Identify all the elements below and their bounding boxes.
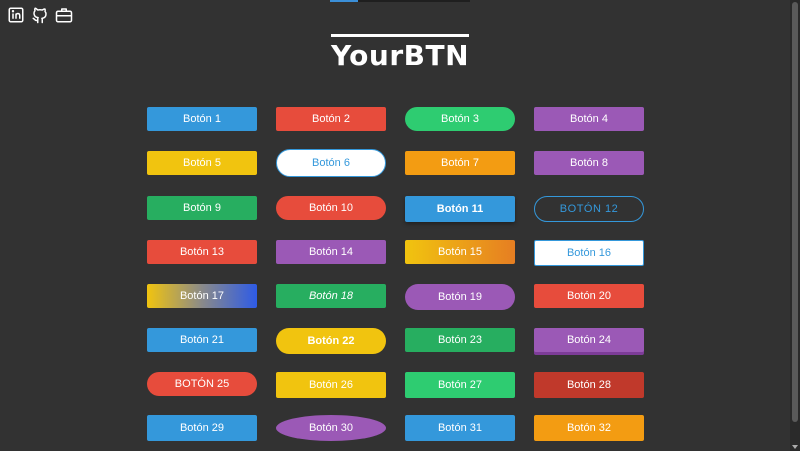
social-links — [7, 6, 73, 24]
button-7[interactable]: Botón 7 — [405, 151, 515, 175]
button-30[interactable]: Botón 30 — [276, 415, 386, 441]
button-3[interactable]: Botón 3 — [405, 107, 515, 131]
button-11[interactable]: Botón 11 — [405, 196, 515, 222]
button-18[interactable]: Botón 18 — [276, 284, 386, 308]
button-9[interactable]: Botón 9 — [147, 196, 257, 220]
button-29[interactable]: Botón 29 — [147, 415, 257, 441]
briefcase-icon[interactable] — [55, 6, 73, 24]
logo: YourBTN — [0, 34, 800, 72]
button-32[interactable]: Botón 32 — [534, 415, 644, 441]
button-6[interactable]: Botón 6 — [276, 149, 386, 177]
button-10[interactable]: Botón 10 — [276, 196, 386, 220]
scrollbar-thumb[interactable] — [792, 2, 798, 422]
page-title: YourBTN — [330, 34, 470, 72]
button-8[interactable]: Botón 8 — [534, 151, 644, 175]
button-25[interactable]: BOTÓN 25 — [147, 372, 257, 396]
button-1[interactable]: Botón 1 — [147, 107, 257, 131]
button-16[interactable]: Botón 16 — [534, 240, 644, 266]
button-26[interactable]: Botón 26 — [276, 372, 386, 398]
button-12[interactable]: BOTÓN 12 — [534, 196, 644, 222]
button-22[interactable]: Botón 22 — [276, 328, 386, 354]
button-17[interactable]: Botón 17 — [147, 284, 257, 308]
button-31[interactable]: Botón 31 — [405, 415, 515, 441]
button-20[interactable]: Botón 20 — [534, 284, 644, 308]
button-4[interactable]: Botón 4 — [534, 107, 644, 131]
button-19[interactable]: Botón 19 — [405, 284, 515, 310]
button-5[interactable]: Botón 5 — [147, 151, 257, 175]
vertical-scrollbar[interactable] — [790, 0, 800, 451]
button-23[interactable]: Botón 23 — [405, 328, 515, 352]
button-21[interactable]: Botón 21 — [147, 328, 257, 352]
button-13[interactable]: Botón 13 — [147, 240, 257, 264]
button-28[interactable]: Botón 28 — [534, 372, 644, 398]
button-27[interactable]: Botón 27 — [405, 372, 515, 398]
button-15[interactable]: Botón 15 — [405, 240, 515, 264]
button-24[interactable]: Botón 24 — [534, 328, 644, 352]
linkedin-icon[interactable] — [7, 6, 25, 24]
button-14[interactable]: Botón 14 — [276, 240, 386, 264]
button-2[interactable]: Botón 2 — [276, 107, 386, 131]
github-icon[interactable] — [31, 6, 49, 24]
scroll-down-arrow-icon[interactable] — [792, 445, 798, 449]
top-progress-bar — [330, 0, 470, 2]
top-progress-accent — [330, 0, 358, 2]
